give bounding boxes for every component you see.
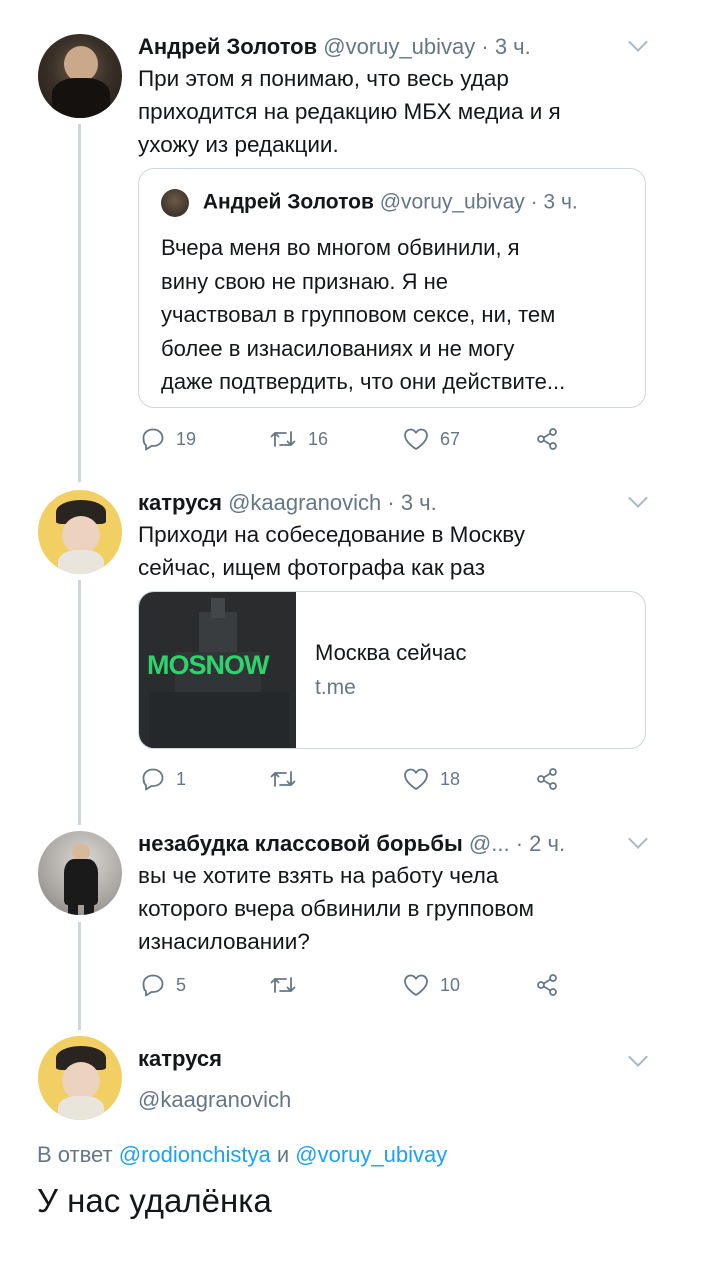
quoted-tweet-text: Вчера меня во многом обвинили, я вину св… [161,231,631,399]
reply-to-joiner: и [276,1142,290,1167]
reply-count: 5 [176,974,187,995]
share-icon [537,428,557,450]
main-tweet-text: У нас удалёнка [37,1182,272,1219]
tweet-time[interactable]: · 3 ч. [387,490,436,515]
share-button[interactable] [534,426,560,452]
heart-icon [404,428,428,450]
like-button[interactable]: 10 [402,972,460,998]
author-name[interactable]: катруся [138,490,222,515]
retweet-count: 16 [308,428,329,449]
quoted-text-line: более в изнасилованиях и не могу [161,335,515,361]
chevron-down-icon[interactable] [628,488,648,508]
tweet-text-line: которого вчера обвинили в групповом [138,896,534,921]
tweet-actions: 1 18 [140,766,580,796]
quoted-text-line: даже подтвердить, что они действите... [161,369,566,394]
share-button[interactable] [534,766,560,792]
reply-icon [142,428,164,451]
reply-button[interactable]: 1 [140,766,186,792]
tweet-text: вы че хотите взять на работу чела которо… [138,859,638,958]
quoted-tweet-time: · 3 ч. [530,190,578,214]
tweet-3[interactable]: незабудка классовой борьбы @... · 2 ч. в… [0,825,717,1025]
tweet-actions: 19 16 67 [140,426,580,456]
quoted-avatar [161,189,189,217]
retweet-icon [270,977,296,993]
quoted-text-line: вину свою не признаю. Я не [161,268,449,294]
heart-icon [404,974,428,996]
reply-button[interactable]: 5 [140,972,186,998]
quoted-tweet[interactable]: Андрей Золотов @voruy_ubivay · 3 ч. Вчер… [138,168,646,408]
chevron-down-icon[interactable] [628,1047,648,1067]
tweet-text-line: вы че хотите взять на работу чела [138,863,499,888]
reply-icon [142,768,164,791]
link-card-image: MOSNOW [139,592,296,748]
link-card-title: Москва сейчас [315,640,467,665]
avatar[interactable] [38,1036,122,1120]
tweet-text: Приходи на собеседование в Москву сейчас… [138,518,638,584]
like-count: 10 [440,974,461,995]
retweet-icon [270,431,296,447]
tweet-text-line: ухожу из редакции. [138,132,339,157]
tweet-text: При этом я понимаю, что весь удар приход… [138,62,638,161]
reply-count: 1 [176,768,187,789]
avatar[interactable] [38,831,122,915]
chevron-down-icon[interactable] [628,32,648,52]
share-button[interactable] [534,972,560,998]
tweet-text-line: приходится на редакцию МБХ медиа и я [138,99,561,124]
quoted-author-handle: @voruy_ubivay [379,190,525,214]
like-count: 18 [440,768,461,789]
reply-count: 19 [176,428,197,449]
avatar[interactable] [38,34,122,118]
heart-icon [404,768,428,790]
reply-to-line: В ответ @rodionchistya и @voruy_ubivay [37,1142,447,1168]
tweet-time[interactable]: · 3 ч. [481,34,530,59]
retweet-button[interactable] [268,972,308,998]
tweet-2[interactable]: катруся @kaagranovich · 3 ч. Приходи на … [0,480,717,820]
link-card-domain: t.me [315,676,356,699]
reply-button[interactable]: 19 [140,426,196,452]
mosnow-logo-text: MOSNOW [147,650,269,680]
author-handle[interactable]: @... [469,831,510,856]
quoted-author-name: Андрей Золотов [202,190,374,214]
author-handle[interactable]: @kaagranovich [138,1087,291,1113]
tweet-1[interactable]: Андрей Золотов @voruy_ubivay · 3 ч. При … [0,0,717,480]
chevron-down-icon[interactable] [628,829,648,849]
avatar[interactable] [38,490,122,574]
tweet-time[interactable]: · 2 ч. [516,831,565,856]
reply-to-prefix: В ответ [37,1142,113,1167]
tweet-text-line: При этом я понимаю, что весь удар [138,66,509,91]
author-handle[interactable]: @voruy_ubivay [323,34,475,59]
reply-mention-link[interactable]: @voruy_ubivay [295,1142,447,1167]
like-button[interactable]: 18 [402,766,460,792]
quoted-text-line: Вчера меня во многом обвинили, я [161,235,520,260]
retweet-button[interactable]: 16 [268,426,328,452]
like-count: 67 [440,428,461,449]
share-icon [537,974,557,996]
tweet-text-line: Приходи на собеседование в Москву [138,522,525,547]
retweet-button[interactable] [268,766,308,792]
author-name[interactable]: незабудка классовой борьбы [138,831,463,856]
share-icon [537,768,557,790]
like-button[interactable]: 67 [402,426,460,452]
tweet-text-line: сейчас, ищем фотографа как раз [138,555,486,580]
tweet-actions: 5 10 [140,972,580,1002]
author-handle[interactable]: @kaagranovich [228,490,381,515]
quoted-text-line: участвовал в групповом сексе, ни, тем [161,302,556,327]
reply-icon [142,974,164,997]
reply-mention-link[interactable]: @rodionchistya [119,1142,271,1167]
author-name[interactable]: Андрей Золотов [138,34,317,59]
retweet-icon [270,771,296,787]
link-card[interactable]: MOSNOW Москва сейчас t.me [138,591,646,749]
tweet-text-line: изнасиловании? [138,929,310,954]
author-name[interactable]: катруся [138,1046,222,1072]
